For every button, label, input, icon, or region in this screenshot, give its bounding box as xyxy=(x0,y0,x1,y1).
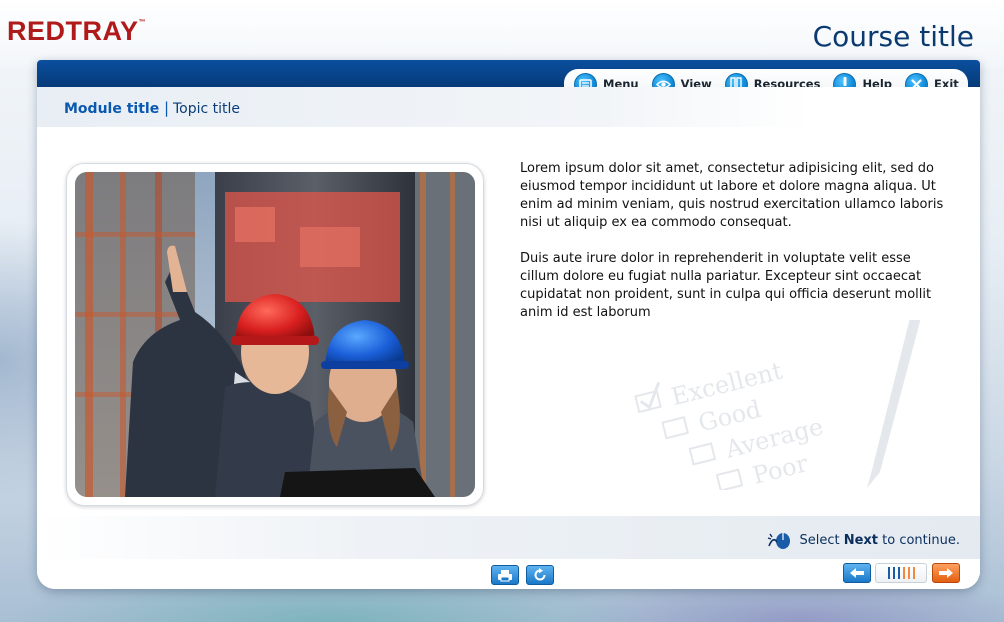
progress-tick xyxy=(907,567,910,579)
content-photo xyxy=(75,172,475,497)
instruction-suffix: to continue. xyxy=(878,532,960,548)
brand-trademark: ™ xyxy=(138,19,147,26)
brand-logo: REDTRAY™ xyxy=(7,16,146,47)
topic-title: Topic title xyxy=(173,101,241,117)
header-bar: REDTRAY™ Course title xyxy=(0,0,1004,68)
arrow-left-icon xyxy=(850,568,864,578)
image-frame xyxy=(66,163,484,506)
progress-tick xyxy=(897,567,900,579)
arrow-right-icon xyxy=(939,568,953,578)
print-button[interactable] xyxy=(491,565,519,585)
next-button[interactable] xyxy=(932,563,960,583)
breadcrumb-separator: | xyxy=(164,99,170,117)
course-player-frame: Menu View Resources Help Exit Module tit… xyxy=(37,60,980,589)
instruction-prefix: Select xyxy=(799,532,844,548)
progress-tick xyxy=(887,567,890,579)
progress-tick xyxy=(912,567,915,579)
progress-tick xyxy=(902,567,905,579)
print-icon xyxy=(498,569,512,581)
evaluation-watermark: Excellent Good Average Poor xyxy=(634,320,921,490)
course-title: Course title xyxy=(812,20,974,53)
paragraph-2: Duis aute irure dolor in reprehenderit i… xyxy=(520,251,932,320)
mouse-click-icon xyxy=(768,533,791,549)
replay-icon xyxy=(534,568,546,581)
back-button[interactable] xyxy=(843,563,871,583)
instruction-text: Select Next to continue. xyxy=(767,530,960,550)
breadcrumb: Module title | Topic title xyxy=(37,87,980,127)
module-title: Module title xyxy=(64,101,160,117)
pen-watermark xyxy=(867,320,921,488)
progress-indicator xyxy=(875,563,927,583)
content-text: Lorem ipsum dolor sit amet, consectetur … xyxy=(520,160,950,322)
instruction-next-word: Next xyxy=(843,532,879,548)
replay-button[interactable] xyxy=(526,565,554,585)
instruction-bar: Select Next to continue. xyxy=(37,516,980,559)
photo-engineers-hardhats xyxy=(75,172,475,497)
progress-tick xyxy=(892,567,895,579)
paragraph-1: Lorem ipsum dolor sit amet, consectetur … xyxy=(520,161,944,230)
brand-name: REDTRAY xyxy=(7,16,139,46)
footer-toolbar xyxy=(37,559,980,589)
